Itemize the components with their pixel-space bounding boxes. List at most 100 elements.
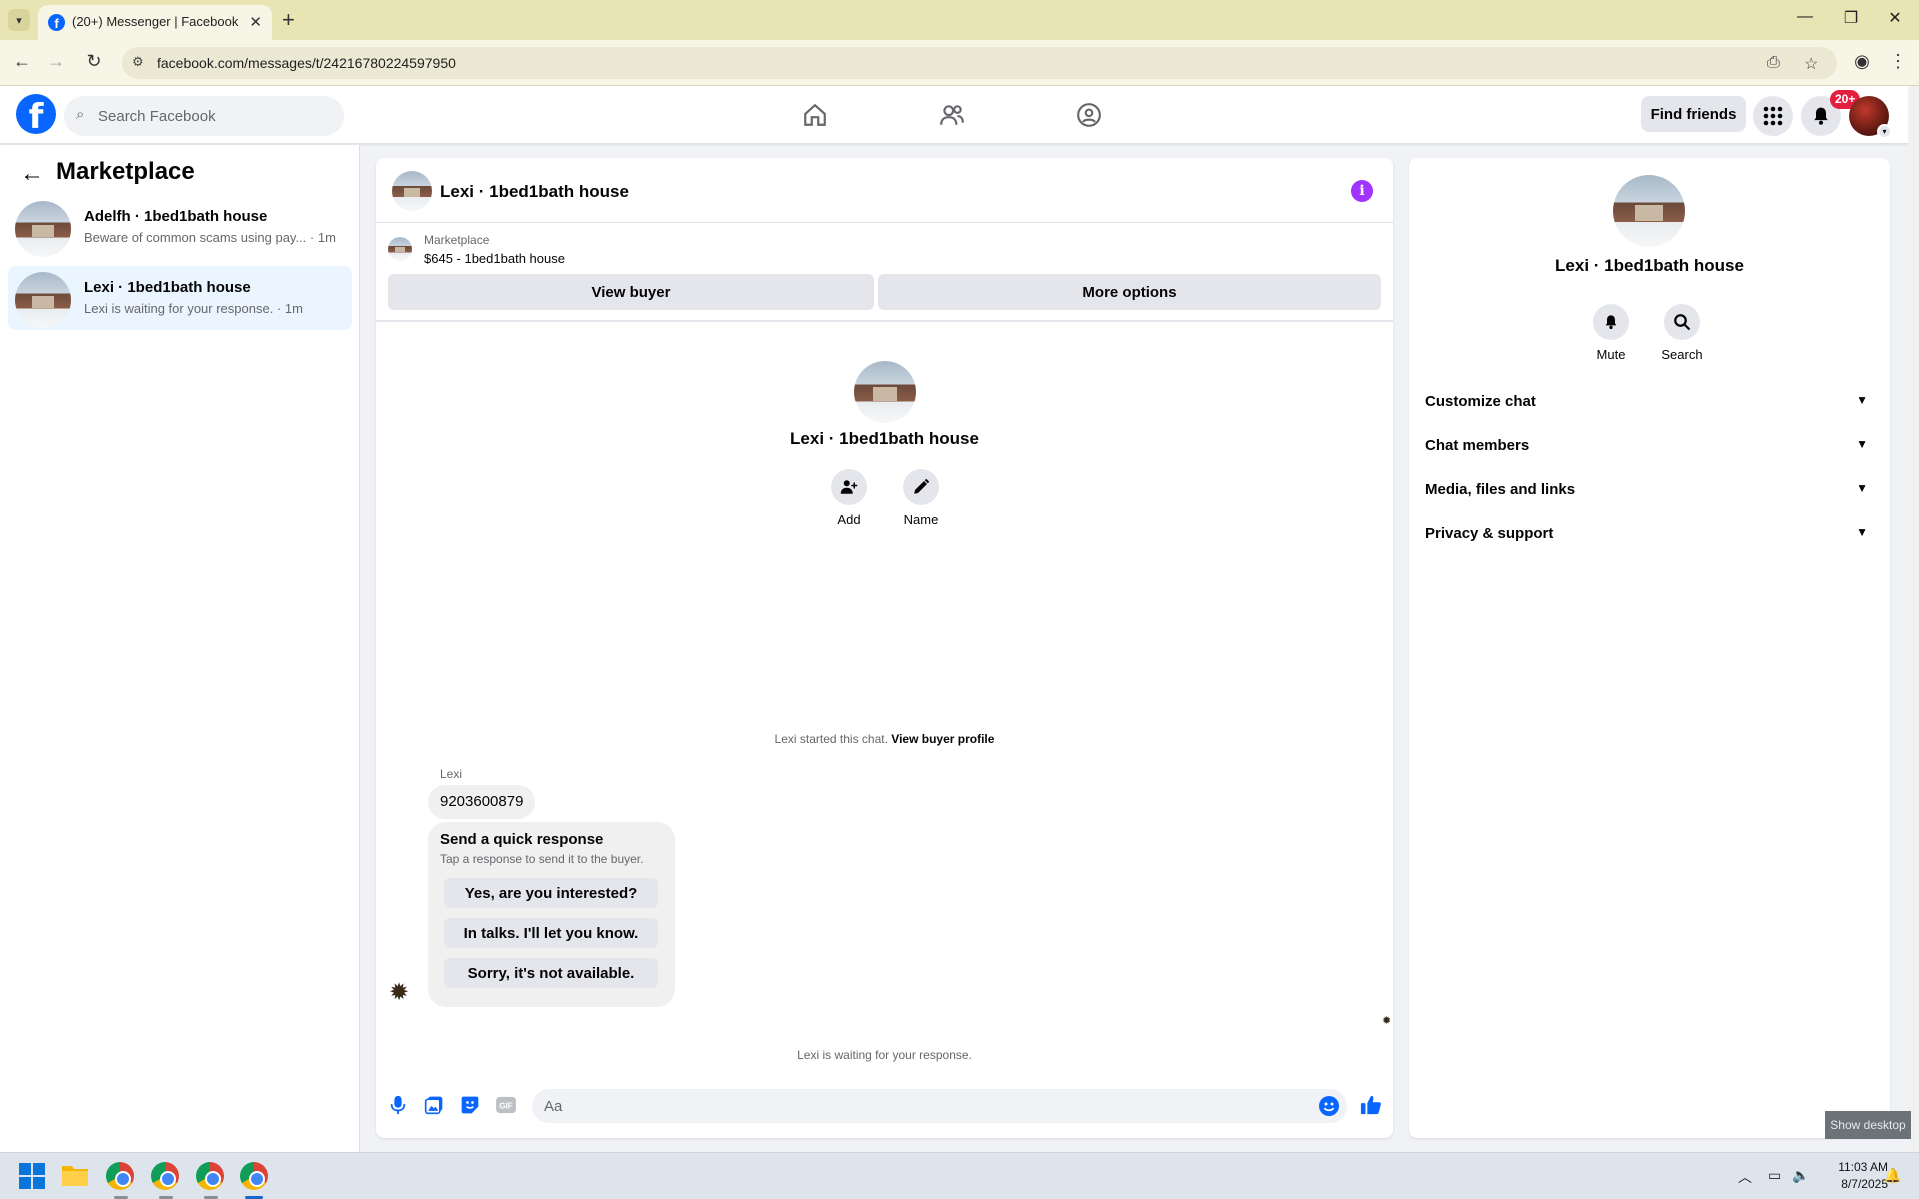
listing-title[interactable]: $645 - 1bed1bath house [424,251,565,266]
facebook-search-input[interactable] [98,96,328,136]
new-tab-icon[interactable]: + [282,7,295,33]
profile-icon[interactable]: ◉ [1850,51,1874,72]
section-chat-members[interactable]: Chat members ▼ [1417,425,1882,465]
message-input[interactable] [544,1089,1304,1123]
microphone-icon[interactable] [386,1093,410,1117]
chevron-down-icon: ▼ [1856,437,1868,451]
conversation-item-lexi[interactable]: Lexi · 1bed1bath house Lexi is waiting f… [8,266,352,330]
gif-icon[interactable]: GIF [494,1093,518,1117]
conversation-details-panel: Lexi · 1bed1bath house Mute Search Custo… [1409,158,1890,1138]
section-title: Media, files and links [1425,481,1576,498]
notification-center-icon[interactable]: 🔔 [1884,1167,1901,1184]
taskbar-clock[interactable]: 11:03 AM 8/7/2025 [1818,1159,1888,1193]
home-nav-icon[interactable] [795,98,835,132]
url-text: facebook.com/messages/t/2421678022459795… [157,55,456,71]
sticker-icon[interactable] [458,1093,482,1117]
conversation-snippet: Beware of common scams using pay... · 1m [84,230,336,245]
facebook-search[interactable]: ⌕ [64,96,344,136]
conversation-name: Lexi · 1bed1bath house [84,279,251,296]
chrome-icon[interactable] [151,1162,179,1190]
volume-icon[interactable]: 🔈 [1792,1167,1809,1184]
tab-search-chevron-icon[interactable]: ▾ [8,9,30,31]
chrome-icon[interactable] [106,1162,134,1190]
svg-text:GIF: GIF [499,1102,513,1111]
page-scrollbar[interactable] [1908,86,1919,1152]
browser-tab[interactable]: f (20+) Messenger | Facebook ✕ [38,5,272,40]
section-media-files-links[interactable]: Media, files and links ▼ [1417,469,1882,509]
install-app-icon[interactable]: ⎙ [1767,54,1780,72]
find-friends-button[interactable]: Find friends [1641,96,1746,132]
chat-started-notice: Lexi started this chat. View buyer profi… [376,732,1393,746]
conversation-name-heading: Lexi · 1bed1bath house [790,429,979,448]
add-people-action[interactable]: Add [819,469,879,527]
more-options-button[interactable]: More options [878,274,1381,310]
facebook-favicon-icon: f [48,14,65,31]
quick-response-title: Send a quick response [440,831,604,848]
name-action[interactable]: Name [891,469,951,527]
waiting-notice: Lexi is waiting for your response. [797,1048,972,1062]
message-composer[interactable] [532,1089,1347,1123]
details-avatar [1613,175,1685,247]
facebook-top-bar: f ⌕ Find friends 20+ ▾ [0,86,1908,144]
forward-icon[interactable]: → [44,51,68,72]
section-customize-chat[interactable]: Customize chat ▼ [1417,381,1882,421]
details-name: Lexi · 1bed1bath house [1555,256,1744,275]
chat-title[interactable]: Lexi · 1bed1bath house [440,182,629,202]
network-icon[interactable]: ▭ [1768,1167,1781,1184]
account-avatar[interactable]: ▾ [1849,96,1892,139]
conversation-avatar [854,361,916,423]
listing-thumbnail [388,237,412,261]
show-desktop-tooltip: Show desktop [1825,1111,1911,1139]
quick-response-interested-button[interactable]: Yes, are you interested? [444,878,658,908]
site-settings-icon[interactable]: ⚙ [132,54,144,70]
section-title: Chat members [1425,437,1530,454]
browser-menu-icon[interactable]: ⋮ [1886,51,1910,72]
restore-icon[interactable]: ❐ [1836,8,1866,28]
minimize-icon[interactable]: — [1790,8,1820,26]
chrome-icon[interactable] [240,1162,268,1190]
like-thumbs-up-icon[interactable] [1359,1093,1383,1117]
listing-thumbnail [15,272,71,328]
marketplace-listing-bar: Marketplace $645 - 1bed1bath house View … [376,224,1393,322]
quick-response-in-talks-button[interactable]: In talks. I'll let you know. [444,918,658,948]
view-buyer-button[interactable]: View buyer [388,274,874,310]
pencil-icon [903,469,939,505]
mute-action[interactable]: Mute [1581,304,1641,362]
message-bubble[interactable]: 9203600879 [428,785,536,819]
omnibox[interactable]: ⚙ facebook.com/messages/t/24216780224597… [122,47,1837,79]
menu-grid-icon[interactable] [1753,96,1793,136]
marketplace-conversation-list: ← Marketplace Adelfh · 1bed1bath house B… [0,145,360,1152]
chevron-down-icon: ▼ [1856,481,1868,495]
chrome-icon[interactable] [196,1162,224,1190]
quick-response-subtitle: Tap a response to send it to the buyer. [440,852,644,866]
friends-nav-icon[interactable] [932,98,972,132]
search-action[interactable]: Search [1652,304,1712,362]
back-arrow-icon[interactable]: ← [20,160,44,188]
section-privacy-support[interactable]: Privacy & support ▼ [1417,513,1882,553]
close-tab-icon[interactable]: ✕ [249,13,262,31]
chat-header-avatar[interactable] [392,171,432,211]
back-icon[interactable]: ← [10,51,34,72]
windows-taskbar: ︿ ▭ 🔈 11:03 AM 8/7/2025 🔔 [0,1152,1919,1199]
groups-nav-icon[interactable] [1069,98,1109,132]
conversation-name: Adelfh · 1bed1bath house [84,208,268,225]
show-hidden-icons-chevron-icon[interactable]: ︿ [1738,1167,1752,1187]
emoji-icon[interactable] [1319,1096,1339,1116]
add-label: Add [837,512,861,527]
quick-response-not-available-button[interactable]: Sorry, it's not available. [444,958,658,988]
tab-title: (20+) Messenger | Facebook [72,14,239,29]
clock-date: 8/7/2025 [1841,1177,1888,1191]
chevron-down-icon: ▼ [1856,525,1868,539]
bookmark-star-icon[interactable]: ☆ [1804,54,1818,74]
view-buyer-profile-link[interactable]: View buyer profile [891,732,994,746]
conversation-item-adelfh[interactable]: Adelfh · 1bed1bath house Beware of commo… [8,195,352,259]
conversation-info-icon[interactable]: i [1351,180,1373,202]
browser-tab-bar: ▾ f (20+) Messenger | Facebook ✕ + — ❐ ✕ [0,0,1919,40]
close-window-icon[interactable]: ✕ [1880,8,1910,28]
facebook-logo-icon[interactable]: f [16,94,56,134]
reload-icon[interactable]: ↻ [82,51,106,72]
conversation-snippet: Lexi is waiting for your response. · 1m [84,301,303,316]
windows-start-icon[interactable] [18,1162,48,1192]
photo-icon[interactable] [422,1093,446,1117]
file-explorer-icon[interactable] [61,1162,91,1192]
